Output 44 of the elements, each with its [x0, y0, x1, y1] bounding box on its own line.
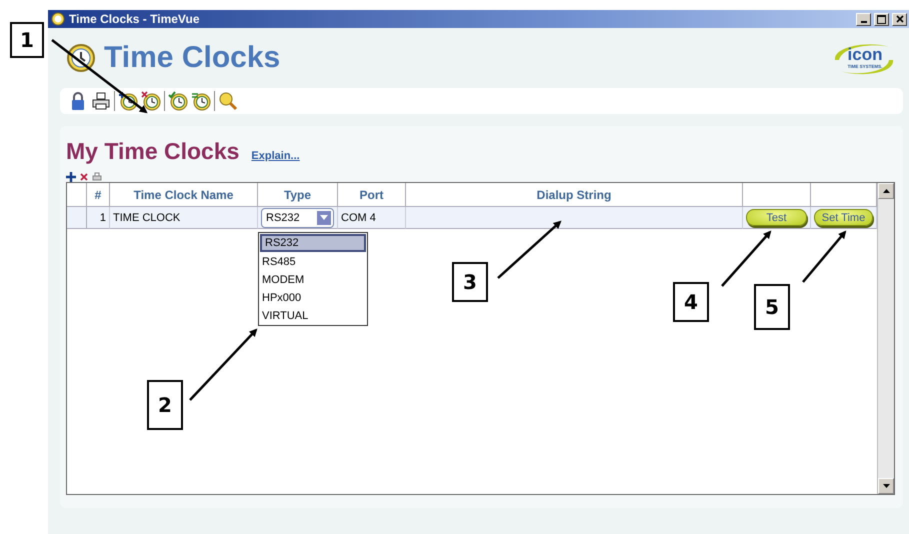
arrow: [721, 230, 772, 287]
dropdown-option[interactable]: VIRTUAL: [259, 307, 367, 325]
dropdown-option[interactable]: HPx000: [259, 289, 367, 307]
dropdown-arrow-icon: [320, 215, 328, 220]
delete-icon[interactable]: [79, 172, 89, 182]
maximize-button[interactable]: [874, 12, 889, 26]
callout-label: 3: [452, 262, 488, 302]
action-button[interactable]: Test: [746, 209, 807, 226]
table-cell: COM 4: [338, 207, 406, 229]
dropdown-option[interactable]: RS485: [259, 253, 367, 271]
type-dropdown[interactable]: RS232: [261, 208, 334, 228]
explain-link[interactable]: Explain...: [251, 150, 300, 162]
scroll-down-button[interactable]: [878, 478, 894, 494]
action-button[interactable]: Set Time: [814, 209, 873, 226]
close-button[interactable]: [892, 12, 907, 26]
add-clock-icon[interactable]: [118, 91, 138, 111]
minimize-button[interactable]: [856, 12, 871, 26]
up-arrow-icon: [882, 189, 890, 193]
scroll-up-button[interactable]: [878, 183, 894, 199]
row-header-cell: [67, 207, 87, 229]
printer-icon[interactable]: [91, 91, 111, 111]
check-clock-icon[interactable]: [168, 91, 188, 111]
maximize-icon: [877, 14, 886, 24]
add-icon[interactable]: [66, 172, 76, 182]
arrow: [497, 220, 562, 279]
scrollbar[interactable]: [877, 183, 894, 494]
down-arrow-icon: [882, 484, 890, 488]
sync-clock-icon[interactable]: [191, 91, 211, 111]
clock-icon: [50, 11, 66, 27]
close-icon: [896, 15, 904, 23]
table-cell: TIME CLOCK: [110, 207, 258, 229]
arrow: [802, 230, 846, 283]
section-title: My Time Clocks: [66, 138, 240, 165]
callout-label: 2: [147, 380, 183, 430]
dropdown-option[interactable]: RS232: [260, 234, 366, 252]
callout-label: 1: [10, 22, 44, 58]
window-title: Time Clocks - TimeVue: [69, 12, 200, 26]
callout-label: 4: [673, 282, 709, 322]
callout-label: 5: [754, 284, 790, 330]
table-cell: 1: [87, 207, 110, 229]
delete-clock-icon[interactable]: [141, 91, 161, 111]
page-title: Time Clocks: [104, 41, 282, 75]
dropdown-option[interactable]: MODEM: [259, 271, 367, 289]
search-icon[interactable]: [218, 91, 238, 111]
